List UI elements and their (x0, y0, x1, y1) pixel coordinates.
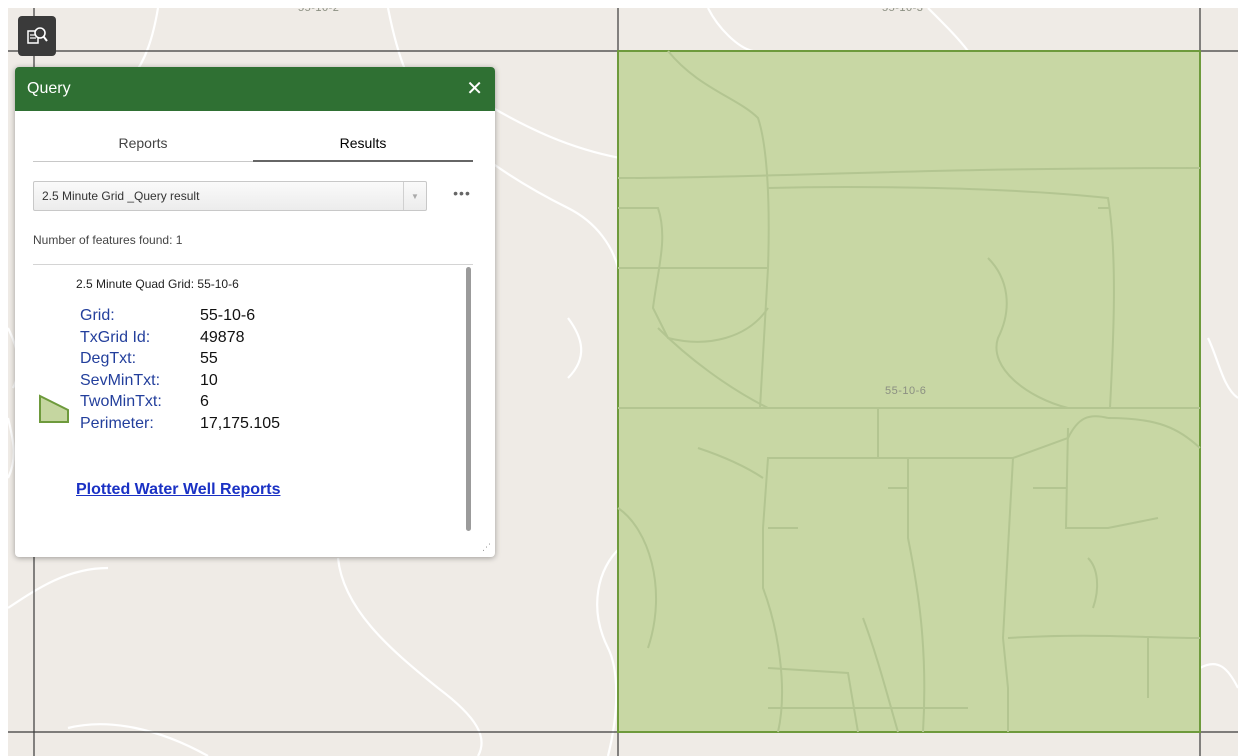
attribute-name: TxGrid Id: (80, 328, 151, 346)
polygon-symbol-icon (39, 394, 69, 423)
panel-title: Query (27, 80, 71, 97)
query-tool-button[interactable] (18, 16, 56, 56)
results-scrollbar[interactable] (466, 267, 471, 531)
attribute-name: TwoMinTxt: (80, 393, 162, 410)
tab-results[interactable]: Results (253, 125, 473, 162)
grid-label-top-right: 55-10-3 (882, 8, 924, 14)
attribute-name: SevMinTxt: (80, 371, 161, 389)
attribute-row: Grid: 55-10-6 (80, 305, 280, 327)
attribute-value: 55-10-6 (200, 307, 256, 324)
attribute-value: 6 (200, 393, 209, 410)
attribute-row: Perimeter: 17,175.105 (80, 413, 280, 435)
chevron-down-icon[interactable]: ▼ (403, 182, 426, 210)
close-icon[interactable]: ✕ (466, 79, 483, 99)
attribute-value: 55 (200, 350, 218, 367)
results-list[interactable]: 2.5 Minute Quad Grid: 55-10-6 Grid: 55-1… (33, 264, 473, 535)
attribute-value: 49878 (200, 328, 245, 346)
attribute-name: DegTxt: (80, 350, 137, 367)
plotted-water-well-reports-link[interactable]: Plotted Water Well Reports (76, 481, 280, 499)
attribute-row: SevMinTxt: 10 (80, 370, 280, 392)
panel-header: Query ✕ (15, 67, 495, 111)
attribute-value: 10 (200, 371, 218, 389)
query-panel[interactable]: Query ✕ Reports Results 2.5 Minute Grid … (15, 67, 495, 557)
layer-select[interactable]: 2.5 Minute Grid _Query result ▼ (33, 181, 427, 211)
grid-label-selected: 55-10-6 (885, 385, 927, 397)
layer-select-value: 2.5 Minute Grid _Query result (42, 189, 200, 203)
attribute-row: TwoMinTxt: 6 (80, 391, 280, 413)
resize-handle-icon[interactable]: ⋰ (482, 542, 491, 553)
attribute-name: Perimeter: (80, 414, 154, 432)
attribute-row: TxGrid Id: 49878 (80, 327, 280, 349)
attribute-row: DegTxt: 55 (80, 348, 280, 370)
attribute-value: 17,175.105 (200, 414, 281, 432)
tab-bar: Reports Results (33, 125, 473, 162)
attribute-name: Grid: (80, 307, 115, 324)
tab-reports[interactable]: Reports (33, 125, 253, 161)
grid-label-top-left: 55-10-2 (298, 8, 340, 14)
attribute-table: Grid: 55-10-6 TxGrid Id: 49878 DegTxt: 5… (80, 305, 280, 434)
query-search-icon (27, 27, 48, 44)
feature-count: Number of features found: 1 (33, 233, 183, 247)
feature-title[interactable]: 2.5 Minute Quad Grid: 55-10-6 (76, 277, 239, 291)
ellipsis-icon[interactable]: ••• (450, 185, 474, 205)
